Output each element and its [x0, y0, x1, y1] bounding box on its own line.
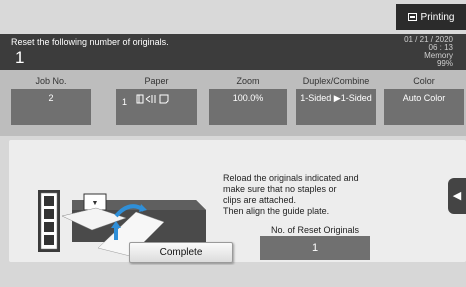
- bottom-strip: [0, 265, 466, 287]
- duplex-label: Duplex/Combine: [302, 76, 370, 86]
- job-status-chip[interactable]: Printing: [396, 4, 466, 30]
- reset-originals-value: 1: [260, 236, 370, 260]
- color-label: Color: [413, 76, 435, 86]
- memory-value: 99%: [436, 59, 453, 68]
- zoom-column: Zoom 100.0%: [209, 76, 287, 125]
- message-header: Reset the following number of originals.…: [0, 34, 466, 70]
- color-value: Auto Color: [384, 89, 464, 125]
- printer-icon: [407, 13, 417, 21]
- instruction-line-4: Then align the guide plate.: [223, 206, 330, 216]
- instruction-line-1: Reload the originals indicated and: [223, 173, 359, 183]
- original-count: 1: [15, 48, 25, 67]
- instruction-line-3: clips are attached.: [223, 195, 297, 205]
- duplex-column: Duplex/Combine 1-Sided ▶1-Sided: [296, 76, 376, 125]
- zoom-value: 100.0%: [209, 89, 287, 125]
- instruction-line-2: make sure that no staples or: [223, 184, 337, 194]
- paper-label: Paper: [144, 76, 169, 86]
- complete-button[interactable]: Complete: [129, 242, 233, 263]
- datetime-memory: 01 / 21 / 2020 06 : 13 Memory 99%: [404, 36, 453, 68]
- paper-column: Paper 1: [116, 76, 197, 125]
- job-no-label: Job No.: [35, 76, 67, 86]
- job-no-value: 2: [11, 89, 91, 125]
- header-message: Reset the following number of originals.: [11, 37, 169, 47]
- instruction-text: Reload the originals indicated and make …: [223, 173, 393, 217]
- duplex-value: 1-Sided ▶1-Sided: [296, 89, 376, 125]
- side-panel-tab[interactable]: ◀: [448, 178, 466, 214]
- paper-tray-number: 1: [122, 97, 128, 107]
- arrow-left-icon: ◀: [452, 190, 462, 202]
- job-no-column: Job No. 2: [11, 76, 91, 125]
- status-label: Printing: [420, 11, 455, 23]
- reset-originals-label: No. of Reset Originals: [270, 225, 360, 235]
- paper-tray-and-size-icons: [136, 93, 172, 107]
- paper-value-box: 1: [116, 89, 197, 125]
- job-settings-bar: Job No. 2 Paper 1 Zoom 100.0% Duplex/Com…: [0, 70, 466, 136]
- svg-text:▼: ▼: [92, 200, 99, 207]
- zoom-label: Zoom: [236, 76, 260, 86]
- color-column: Color Auto Color: [384, 76, 464, 125]
